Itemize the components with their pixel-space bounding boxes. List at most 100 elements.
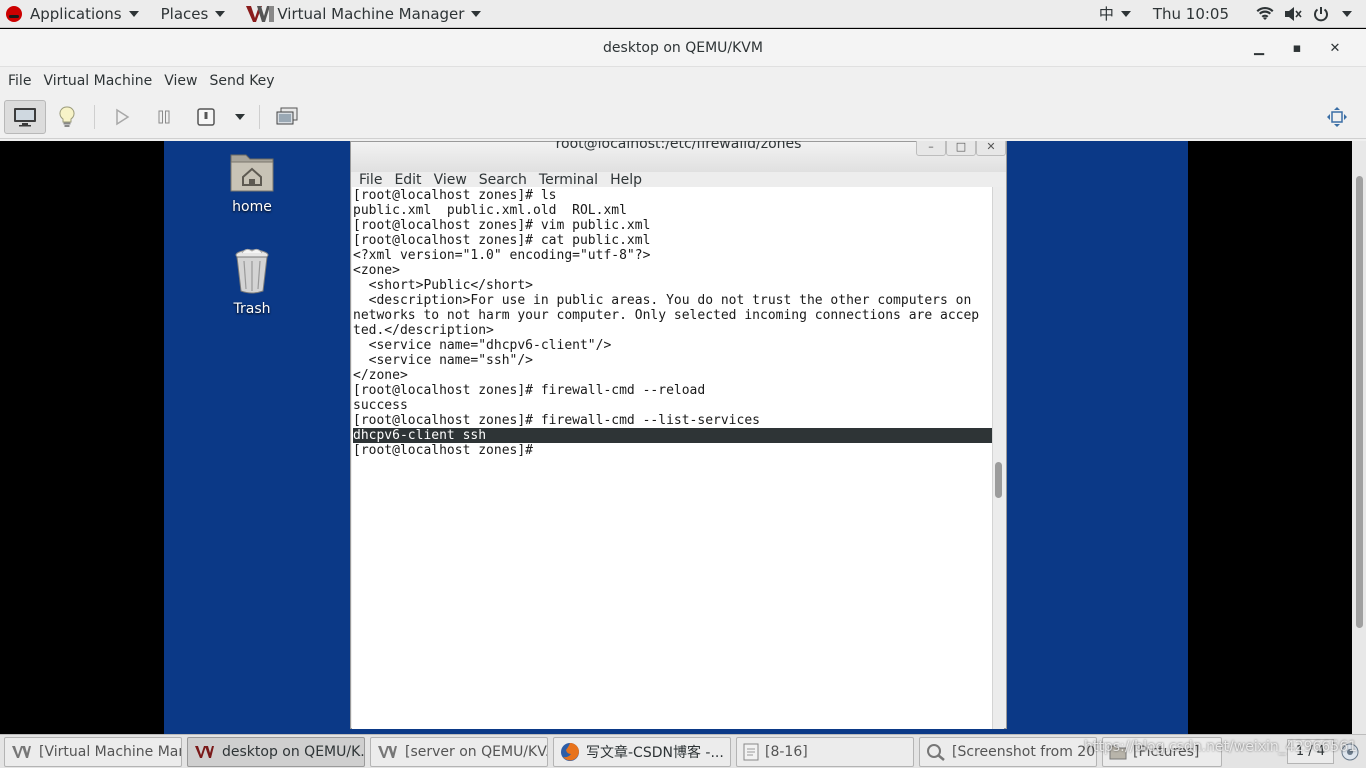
shutdown-menu-button[interactable] xyxy=(227,100,253,134)
terminal-line: networks to not harm your computer. Only… xyxy=(353,308,980,323)
wifi-icon xyxy=(1255,4,1275,24)
terminal-prompt-line: [root@localhost zones]# xyxy=(353,443,541,458)
terminal-line: </zone> xyxy=(353,368,408,383)
terminal-line: public.xml public.xml.old ROL.xml xyxy=(353,203,627,218)
vm-display-scrollbar[interactable] xyxy=(1352,141,1366,734)
terminal-maximize-button[interactable]: □ xyxy=(946,141,976,156)
terminal-line: success xyxy=(353,398,408,413)
task-label: [server on QEMU/KV... xyxy=(405,743,548,760)
pause-button[interactable] xyxy=(143,100,185,134)
play-icon xyxy=(116,108,130,125)
terminal-line: [root@localhost zones]# ls xyxy=(353,188,557,203)
run-button[interactable] xyxy=(101,100,143,134)
toolbar-separator xyxy=(259,104,260,129)
watermark: https://blog.csdn.net/weixin_42966561 xyxy=(1084,739,1358,755)
folder-home-icon xyxy=(230,154,274,192)
task-8-16[interactable]: [8-16] xyxy=(736,736,914,767)
task-desktop-on-qemu[interactable]: desktop on QEMU/K... xyxy=(187,736,365,767)
menu-view[interactable]: View xyxy=(158,73,203,89)
terminal-line: [root@localhost zones]# firewall-cmd --l… xyxy=(353,413,760,428)
trash-icon xyxy=(235,248,269,294)
desktop-icon-trash[interactable]: Trash xyxy=(207,247,297,317)
vm-toolbar xyxy=(0,95,1366,139)
desktop-icon-home[interactable]: home xyxy=(207,149,297,215)
guest-display[interactable]: home Trash root@localhost:/etc/firewalld… xyxy=(0,141,1352,734)
fullscreen-button[interactable] xyxy=(1316,100,1358,134)
terminal-window[interactable]: root@localhost:/etc/firewalld/zones – □ … xyxy=(350,141,1007,729)
volume-muted-icon xyxy=(1283,4,1303,24)
toolbar-separator xyxy=(94,104,95,129)
task-label: [Screenshot from 20... xyxy=(952,743,1097,760)
vmm-icon xyxy=(195,745,214,758)
shutdown-icon xyxy=(197,107,215,126)
terminal-menu-search[interactable]: Search xyxy=(473,172,533,188)
document-icon xyxy=(743,743,759,760)
redhat-logo-icon xyxy=(6,5,22,22)
task-label: desktop on QEMU/K... xyxy=(222,743,365,760)
lightbulb-icon xyxy=(59,105,75,127)
clock[interactable]: Thu 10:05 xyxy=(1147,0,1235,28)
terminal-close-button[interactable]: ✕ xyxy=(976,141,1006,156)
terminal-menu-help[interactable]: Help xyxy=(604,172,648,188)
task-server-on-qemu[interactable]: [server on QEMU/KV... xyxy=(370,736,548,767)
terminal-scrollbar[interactable] xyxy=(992,187,1004,729)
terminal-menu-file[interactable]: File xyxy=(353,172,388,188)
places-menu[interactable]: Places xyxy=(155,0,232,28)
terminal-line: <zone> xyxy=(353,263,400,278)
terminal-line: <service name="dhcpv6-client"/> xyxy=(353,338,612,353)
terminal-menu-view[interactable]: View xyxy=(428,172,473,188)
vmm-logo-icon xyxy=(246,5,275,22)
vm-window-titlebar[interactable]: desktop on QEMU/KVM ▁ ▪ ✕ xyxy=(0,29,1366,67)
terminal-menubar: File Edit View Search Terminal Help xyxy=(351,172,1006,188)
terminal-menu-edit[interactable]: Edit xyxy=(388,172,427,188)
close-button[interactable]: ✕ xyxy=(1316,41,1354,56)
terminal-line-selected: dhcpv6-client ssh xyxy=(353,428,992,443)
system-menu[interactable] xyxy=(1245,0,1366,28)
app-name-label: Virtual Machine Manager xyxy=(277,4,465,23)
menu-virtual-machine[interactable]: Virtual Machine xyxy=(37,73,158,89)
chevron-down-icon xyxy=(235,113,245,120)
vmm-icon xyxy=(12,745,31,758)
vm-menubar: File Virtual Machine View Send Key xyxy=(0,67,1366,95)
task-label: [Virtual Machine Man... xyxy=(39,743,181,760)
input-method-menu[interactable]: 中 xyxy=(1093,0,1137,28)
terminal-scrollbar-thumb[interactable] xyxy=(995,462,1002,498)
snapshots-button[interactable] xyxy=(266,100,308,134)
chevron-down-icon xyxy=(471,10,482,17)
shutdown-button[interactable] xyxy=(185,100,227,134)
terminal-titlebar[interactable]: root@localhost:/etc/firewalld/zones – □ … xyxy=(351,141,1006,172)
power-icon xyxy=(1311,4,1331,24)
minimize-button[interactable]: ▁ xyxy=(1240,41,1278,56)
applications-menu[interactable]: Applications xyxy=(0,0,145,28)
task-label: [8-16] xyxy=(765,743,808,760)
menu-send-key[interactable]: Send Key xyxy=(203,73,280,89)
terminal-minimize-button[interactable]: – xyxy=(916,141,946,156)
task-firefox[interactable]: 写文章-CSDN博客 -... xyxy=(553,736,731,767)
snapshot-icon xyxy=(276,107,298,124)
chevron-down-icon xyxy=(1120,10,1131,17)
terminal-output[interactable]: [root@localhost zones]# ls public.xml pu… xyxy=(352,187,992,729)
chevron-down-icon xyxy=(1342,10,1352,17)
chevron-down-icon xyxy=(215,10,226,17)
gnome-top-bar: Applications Places Virtual Machine Mana… xyxy=(0,0,1366,28)
app-menu[interactable]: Virtual Machine Manager xyxy=(239,0,487,28)
console-button[interactable] xyxy=(4,99,46,134)
terminal-menu-terminal[interactable]: Terminal xyxy=(533,172,604,188)
monitor-icon xyxy=(14,107,36,126)
fullscreen-icon xyxy=(1327,106,1347,127)
firefox-icon xyxy=(561,742,579,761)
chevron-down-icon xyxy=(128,10,139,17)
input-method-label: 中 xyxy=(1098,5,1114,23)
terminal-line: <?xml version="1.0" encoding="utf-8"?> xyxy=(353,248,651,263)
places-label: Places xyxy=(160,4,209,23)
vm-display-scrollbar-thumb[interactable] xyxy=(1356,176,1363,628)
desktop-icon-label: home xyxy=(232,199,272,215)
terminal-line: [root@localhost zones]# cat public.xml xyxy=(353,233,651,248)
task-screenshot[interactable]: [Screenshot from 20... xyxy=(919,736,1097,767)
maximize-button[interactable]: ▪ xyxy=(1278,41,1316,56)
terminal-title: root@localhost:/etc/firewalld/zones xyxy=(555,141,802,152)
task-virtual-machine-manager[interactable]: [Virtual Machine Man... xyxy=(4,736,182,767)
clock-label: Thu 10:05 xyxy=(1152,4,1229,23)
menu-file[interactable]: File xyxy=(2,73,37,89)
details-button[interactable] xyxy=(46,100,88,134)
